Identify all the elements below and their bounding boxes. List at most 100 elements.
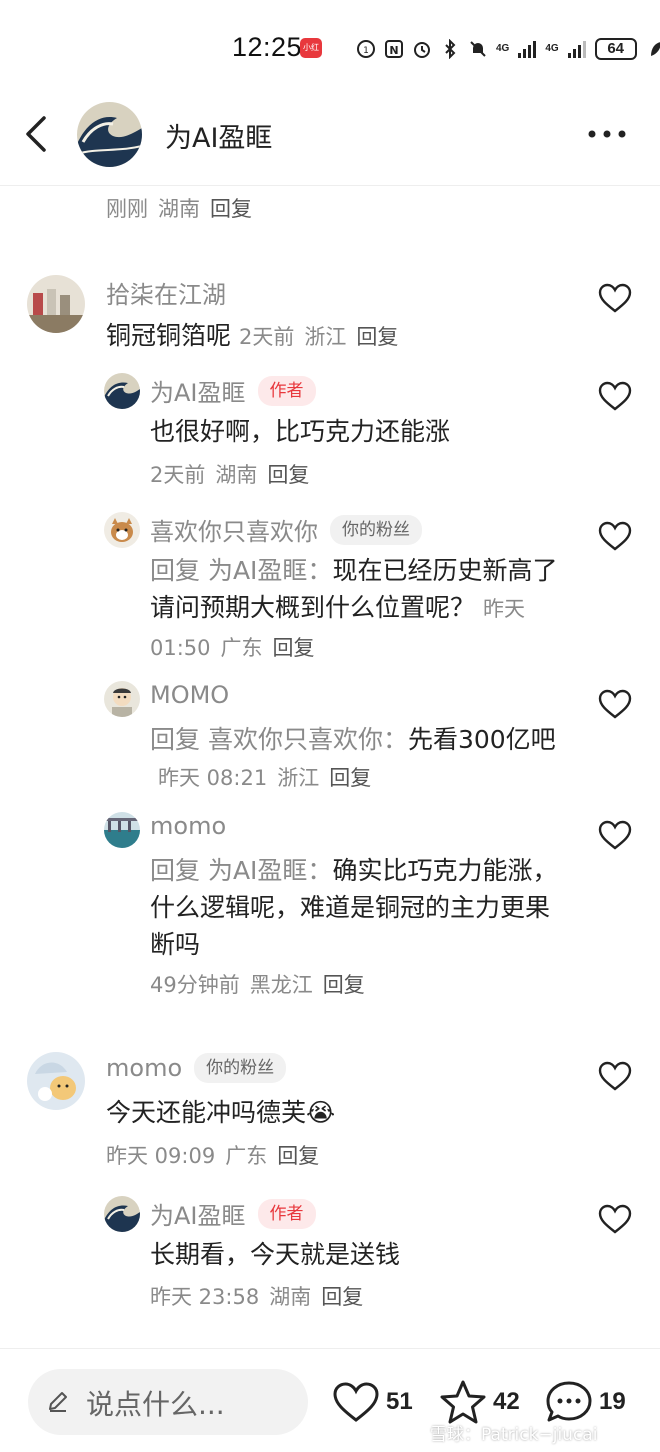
comment-button[interactable]: 19 [545,1379,626,1425]
reply-prefix: 回复 喜欢你只喜欢你： [150,725,408,754]
watermark: 雪球：Patrick−jiucai [430,1425,598,1445]
comment-location: 广东 [225,1144,268,1168]
reply-button[interactable]: 回复 [277,1144,319,1168]
author-badge: 作者 [257,1198,316,1229]
bluetooth-icon [445,39,456,59]
comment-meta: 2天前 湖南 回复 [150,459,309,489]
pen-icon [49,1392,67,1412]
fan-badge: 你的粉丝 [330,514,422,545]
heart-icon[interactable] [598,820,632,850]
heart-icon[interactable] [598,381,632,411]
author-name[interactable]: momo [150,812,226,840]
leaf-icon [650,42,660,56]
comment-location: 浙江 [304,325,347,349]
comment-location: 湖南 [215,463,258,487]
header: 为AI盈眶 [0,96,660,186]
comment-author[interactable]: 拾柒在江湖 [106,275,226,310]
signal-icon [567,41,586,58]
comment-location: 黑龙江 [249,973,313,997]
comment-time: 49分钟前 [150,973,240,997]
avatar[interactable] [27,275,85,333]
comment-icon [546,1381,592,1422]
app-badge: 小红书 [300,38,322,72]
comment-time: 昨天 23:58 [150,1285,260,1309]
comment-text: 今天还能冲吗德芙 [106,1098,307,1127]
comment-author[interactable]: momo 你的粉丝 [106,1053,287,1083]
avatar[interactable] [77,102,142,167]
page-title: 为AI盈眶 [165,123,273,154]
reply-button[interactable]: 回复 [323,973,365,997]
status-icons: 1 N 4G 4G 64 [356,35,660,63]
author-name[interactable]: 为AI盈眶 [150,1196,246,1231]
comment-time: 刚刚 [106,197,148,221]
comment-text: 先看300亿吧 [407,725,556,754]
comment-location: 湖南 [158,197,200,221]
comment-list: 刚刚 湖南 回复 拾柒在江湖 铜冠铜箔呢 2天前 浙江 回复 为AI盈眶 作者 也很好啊，比… [0,187,660,1347]
comment-time: 2天前 [239,325,295,349]
heart-icon[interactable] [598,1204,632,1234]
signal-icon [518,41,537,58]
comment-meta: 昨天 23:58 湖南 回复 [150,1281,363,1311]
comment-count: 19 [599,1388,626,1415]
comment-meta: 2天前 浙江 回复 [239,325,398,349]
comment-location: 浙江 [277,766,320,790]
more-icon[interactable] [584,122,630,146]
heart-icon[interactable] [598,689,632,719]
hd-icon: 1 [357,40,375,58]
status-bar: 12:25 小红书 1 N 4G 4G 64 [0,0,660,96]
comment-time: 昨天 08:21 [158,766,268,790]
input-placeholder: 说点什么... [86,1388,225,1421]
avatar[interactable] [27,1052,85,1110]
back-icon[interactable] [22,114,52,154]
heart-icon[interactable] [598,283,632,313]
fan-badge: 你的粉丝 [194,1053,287,1083]
svg-text:1: 1 [363,46,369,56]
comment-input[interactable]: 说点什么... [28,1369,308,1435]
author-name[interactable]: 为AI盈眶 [150,373,246,408]
comment-location: 湖南 [269,1285,312,1309]
comment-location: 广东 [220,636,263,660]
comment-author[interactable]: MOMO [150,681,229,709]
comment-body[interactable]: 今天还能冲吗德芙😭 [106,1094,566,1131]
author-name[interactable]: momo [106,1054,182,1082]
reply-button[interactable]: 回复 [329,766,371,790]
avatar[interactable] [104,373,140,409]
comment-body[interactable]: 铜冠铜箔呢 2天前 浙江 回复 [106,317,566,356]
comment-body[interactable]: 回复 为AI盈眶：确实比巧克力能涨，什么逻辑呢，难道是铜冠的主力更果断吗 [150,852,570,963]
author-name[interactable]: 喜欢你只喜欢你 [150,512,318,547]
comment-author[interactable]: momo [150,812,226,840]
comment-text: 铜冠铜箔呢 [106,321,232,350]
author-name[interactable]: 拾柒在江湖 [106,275,226,310]
comment-body[interactable]: 回复 喜欢你只喜欢你：先看300亿吧昨天 08:21 浙江 回复 [150,721,570,797]
avatar[interactable] [104,1196,140,1232]
network-1: 4G [496,43,510,54]
reply-button[interactable]: 回复 [210,197,252,221]
comment-meta: 昨天 09:09 广东 回复 [106,1140,319,1170]
star-icon [440,1380,486,1424]
reply-prefix: 回复 为AI盈眶： [150,856,333,885]
author-name[interactable]: MOMO [150,681,229,709]
comment-body[interactable]: 长期看，今天就是送钱 [150,1236,570,1273]
comment-body[interactable]: 也很好啊，比巧克力还能涨 [150,413,570,450]
comment-text: 长期看，今天就是送钱 [150,1240,401,1269]
avatar[interactable] [104,812,140,848]
reply-prefix: 回复 为AI盈眶： [150,556,333,585]
heart-icon[interactable] [598,1061,632,1091]
reply-button[interactable]: 回复 [267,463,309,487]
star-button[interactable]: 42 [439,1379,520,1425]
emoji: 😭 [306,1098,336,1127]
comment-author[interactable]: 喜欢你只喜欢你 你的粉丝 [150,512,422,547]
reply-button[interactable]: 回复 [356,325,398,349]
comment-body[interactable]: 回复 为AI盈眶：现在已经历史新高了请问预期大概到什么位置呢？ 昨天 01:50 广… [150,552,570,667]
like-button[interactable]: 51 [332,1379,413,1425]
avatar[interactable] [104,512,140,548]
comment-author[interactable]: 为AI盈眶 作者 [150,1196,316,1231]
comment-meta: 49分钟前 黑龙江 回复 [150,969,365,999]
comment-author[interactable]: 为AI盈眶 作者 [150,373,316,408]
alarm-icon [414,42,430,58]
avatar[interactable] [104,681,140,717]
reply-button[interactable]: 回复 [321,1285,363,1309]
reply-button[interactable]: 回复 [273,636,315,660]
heart-icon[interactable] [598,521,632,551]
network-2: 4G [545,43,559,54]
